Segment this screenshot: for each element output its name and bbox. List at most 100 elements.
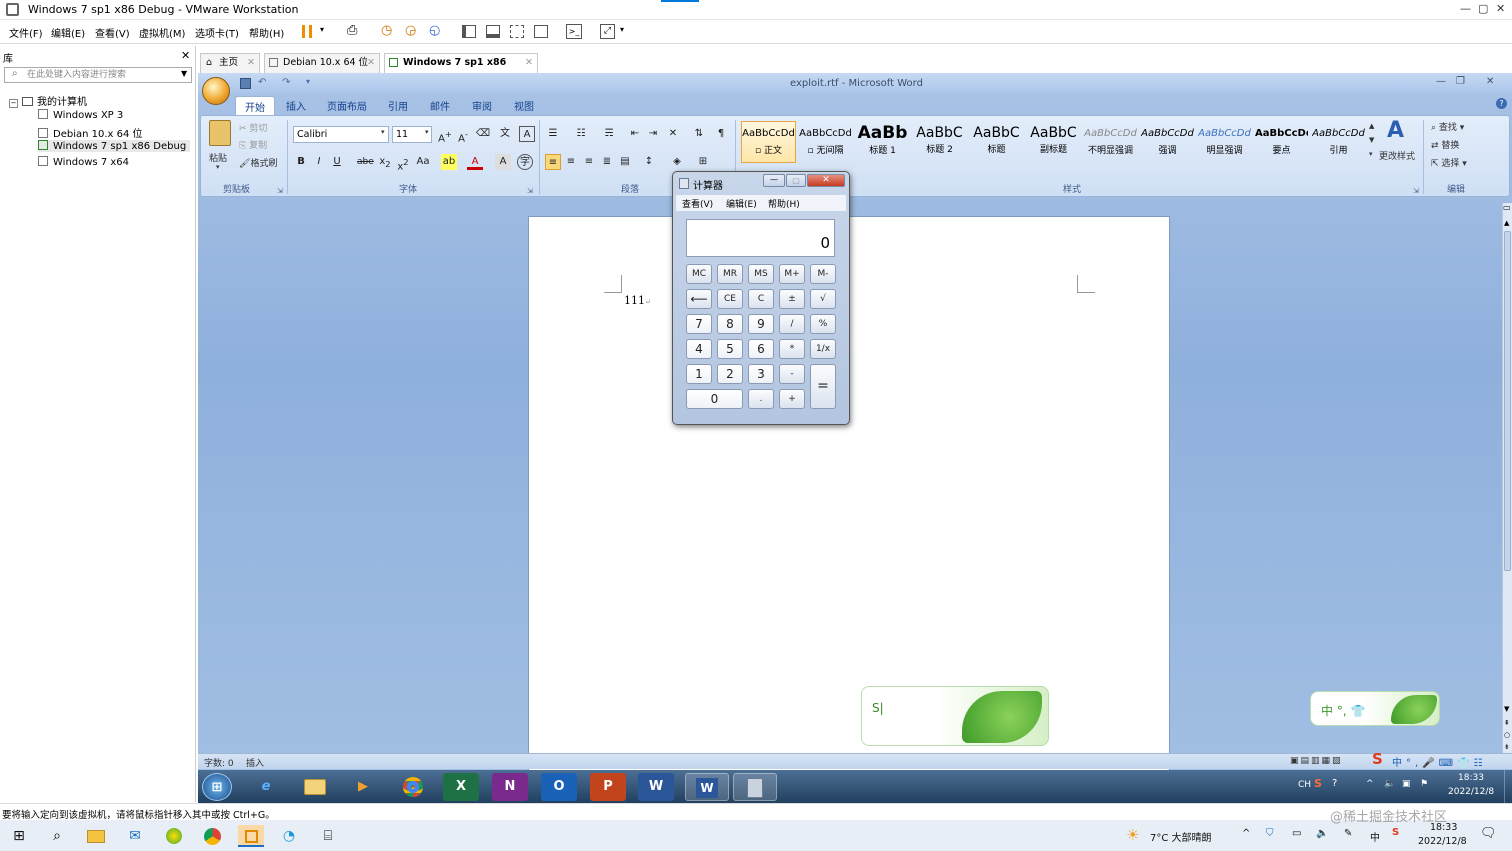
menu-edit[interactable]: 编辑(E) [51,25,85,40]
sort-icon[interactable]: ⇅ [691,126,707,142]
font-color-icon[interactable]: A [467,154,483,170]
style-intense-emphasis[interactable]: AaBbCcDd 明显强调 [1197,121,1252,163]
host-tray-pen-icon[interactable]: ✎ [1344,828,1352,839]
ie-icon[interactable]: e [248,773,284,801]
host-tray-ime-lang[interactable]: 中 [1370,829,1380,844]
ribbon-tab-page-layout[interactable]: 页面布局 [327,98,367,113]
ime-tray-icon[interactable]: S [1372,750,1383,768]
tab-home[interactable]: ⌂ 主页 ✕ [200,53,260,73]
change-styles-icon[interactable]: A [1387,118,1404,143]
key-decimal[interactable]: . [748,389,774,409]
distributed-icon[interactable]: ▤ [617,154,633,170]
guest-show-desktop[interactable] [1504,770,1512,803]
key-9[interactable]: 9 [748,314,774,334]
outlook-icon[interactable]: O [541,773,577,801]
key-subtract[interactable]: - [779,364,805,384]
calc-menu-edit[interactable]: 编辑(E) [726,197,757,210]
style-subtle-emphasis[interactable]: AaBbCcDd 不明显强调 [1083,121,1138,163]
style-quote[interactable]: AaBbCcDd 引用 [1311,121,1366,163]
menu-vm[interactable]: 虚拟机(M) [139,25,185,40]
snapshot-icon[interactable]: ◷ [381,23,392,38]
decrease-indent-icon[interactable]: ⇤ [627,126,643,142]
guest-tray-time[interactable]: 18:33 [1458,773,1484,783]
host-search-icon[interactable]: ⌕ [46,825,68,847]
ribbon-tab-home[interactable]: 开始 [235,96,275,116]
borders-icon[interactable]: ⊞ [695,154,711,170]
library-close-icon[interactable]: ✕ [181,49,190,62]
stretch-dropdown-icon[interactable]: ▾ [620,25,624,34]
key-mc[interactable]: MC [686,264,712,284]
library-search-input[interactable]: 在此处键入内容进行搜索 [4,67,192,83]
style-heading-1[interactable]: AaBb 标题 1 [855,121,910,163]
key-ms[interactable]: MS [748,264,774,284]
clear-format-icon[interactable]: ⌫ [475,126,491,142]
ime-status-bar[interactable]: 中 °, 👕 [1310,691,1440,726]
host-tray-volume-icon[interactable]: 🔈 [1316,828,1328,839]
align-left-icon[interactable]: ≡ [545,154,561,170]
strikethrough-icon[interactable]: abe [357,154,374,170]
key-ce[interactable]: CE [717,289,743,309]
key-m-minus[interactable]: M- [810,264,836,284]
key-c[interactable]: C [748,289,774,309]
media-player-icon[interactable]: ▶ [345,773,381,801]
quick-access-dropdown-icon[interactable]: ▾ [306,77,310,86]
key-6[interactable]: 6 [748,339,774,359]
menu-file[interactable]: 文件(F) [9,25,43,40]
style-strong[interactable]: AaBbCcDd 要点 [1254,121,1309,163]
thumbnail-bar-icon[interactable] [486,25,500,38]
ribbon-tab-view[interactable]: 视图 [514,98,534,113]
tree-root[interactable]: − 我的计算机 [9,93,87,108]
change-case-icon[interactable]: Aa [415,154,431,170]
onenote-icon[interactable]: N [492,773,528,801]
guest-tray-expand-icon[interactable]: ^ [1366,779,1374,789]
key-5[interactable]: 5 [717,339,743,359]
insert-mode-status[interactable]: 插入 [246,756,264,769]
justify-icon[interactable]: ≣ [599,154,615,170]
scroll-up-icon[interactable]: ▲ [1504,219,1509,227]
copy-button[interactable]: ⎘ 复制 [239,138,267,151]
replace-button[interactable]: ⇄ 替换 [1431,138,1459,151]
show-library-icon[interactable] [462,25,476,38]
calc-menu-view[interactable]: 查看(V) [682,197,713,210]
tab-close-icon[interactable]: ✕ [525,54,533,72]
paste-dropdown-icon[interactable]: ▾ [216,163,220,171]
prev-page-icon[interactable]: ⇞ [1504,719,1510,727]
tab-win7-debug[interactable]: Windows 7 sp1 x86 Debug✕ [384,53,538,86]
tab-close-icon[interactable]: ✕ [367,54,375,72]
host-tray-ime-icon[interactable]: S [1392,827,1399,838]
align-center-icon[interactable]: ≡ [563,154,579,170]
style-subtitle[interactable]: AaBbC 副标题 [1026,121,1081,163]
host-tray-security-icon[interactable]: ⛉ [1266,828,1274,839]
browse-object-icon[interactable]: ○ [1504,731,1510,739]
edge-icon[interactable]: ◔ [278,825,300,847]
weather-text[interactable]: 7°C 大部晴朗 [1150,829,1212,844]
shading-icon[interactable]: ◈ [669,154,685,170]
numbering-icon[interactable]: ☷ [573,126,589,142]
console-icon[interactable]: >_ [566,24,582,39]
scroll-down-icon[interactable]: ▼ [1504,705,1509,713]
unity-icon[interactable] [534,25,548,38]
font-name-combo[interactable]: Calibri [293,126,389,143]
calc-close-icon[interactable]: ✕ [807,174,845,187]
snapshot-manager-icon[interactable]: ◵ [429,23,440,38]
guest-tray-ime-icon[interactable]: S [1314,777,1322,790]
underline-icon[interactable]: U [329,154,345,170]
view-buttons-icon[interactable]: ▣▤▥▦▧ [1290,756,1343,766]
key-multiply[interactable]: * [779,339,805,359]
host-tray-network-icon[interactable]: ▭ [1292,828,1301,839]
ruler-toggle-icon[interactable]: ▭ [1503,203,1511,212]
ime-tray-tools-icon[interactable]: 中°,🎤⌨👕☷ [1392,754,1486,769]
stretch-icon[interactable]: ⤢ [600,24,615,39]
ribbon-tab-mailings[interactable]: 邮件 [430,98,450,113]
font-launcher-icon[interactable]: ⇲ [527,187,533,195]
minimize-icon[interactable]: — [1460,2,1471,15]
word-icon[interactable]: W [638,773,674,801]
notification-icon[interactable]: 🗨 [1480,826,1497,841]
pinyin-guide-icon[interactable]: 文 [497,126,513,142]
style-title[interactable]: AaBbC 标题 [969,121,1024,163]
host-tray-expand-icon[interactable]: ^ [1242,828,1250,839]
file-explorer-icon[interactable] [85,825,107,847]
tab-debian[interactable]: Debian 10.x 64 位 ✕ [264,53,380,73]
tab-close-icon[interactable]: ✕ [247,54,255,72]
bold-icon[interactable]: B [293,154,309,170]
